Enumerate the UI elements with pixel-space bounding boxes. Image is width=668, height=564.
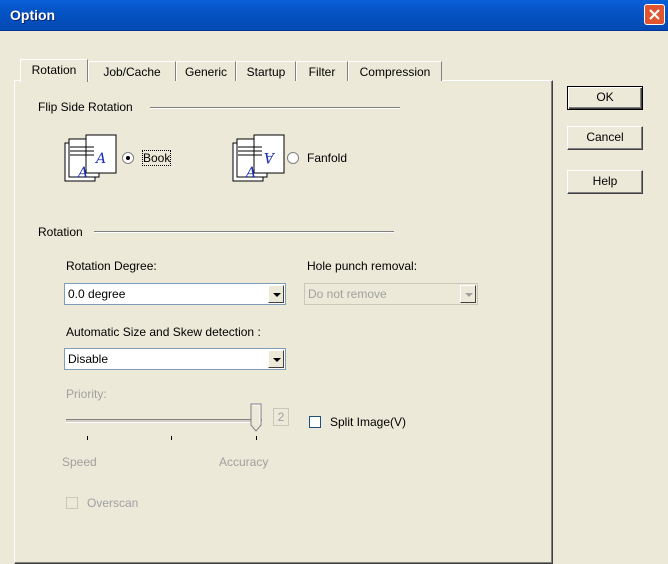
chevron-down-icon[interactable]	[268, 285, 284, 303]
chevron-down-icon[interactable]	[268, 350, 284, 368]
svg-text:A: A	[264, 149, 276, 165]
priority-slider-thumb[interactable]	[250, 403, 262, 433]
rotation-degree-select[interactable]: 0.0 degree	[64, 283, 286, 305]
slider-tick	[171, 436, 172, 440]
priority-slider-track[interactable]	[66, 419, 262, 423]
tab-compression[interactable]: Compression	[348, 61, 442, 81]
auto-size-skew-select[interactable]: Disable	[64, 348, 286, 370]
auto-size-skew-label: Automatic Size and Skew detection :	[66, 325, 261, 339]
book-pages-icon: A A	[64, 134, 117, 182]
selected-value: Do not remove	[308, 287, 387, 301]
priority-value: 2	[273, 408, 289, 426]
tab-rotation[interactable]: Rotation	[20, 59, 88, 82]
rotation-degree-label: Rotation Degree:	[66, 259, 157, 273]
selected-value: 0.0 degree	[68, 287, 126, 301]
speed-label: Speed	[62, 455, 97, 469]
hole-punch-select[interactable]: Do not remove	[304, 283, 478, 305]
window-title: Option	[10, 7, 56, 23]
close-icon	[649, 9, 660, 20]
overscan-label[interactable]: Overscan	[87, 496, 138, 510]
split-image-label[interactable]: Split Image(V)	[330, 415, 406, 429]
tab-startup[interactable]: Startup	[236, 61, 296, 81]
chevron-down-icon[interactable]	[460, 285, 476, 303]
book-label[interactable]: Book	[141, 150, 172, 166]
hole-punch-label: Hole punch removal:	[307, 259, 418, 273]
title-bar[interactable]: Option	[0, 0, 668, 31]
dialog-body: Rotation Job/Cache Generic Startup Filte…	[0, 31, 668, 564]
tab-label: Startup	[246, 65, 286, 79]
close-button[interactable]	[644, 4, 665, 25]
overscan-checkbox[interactable]	[66, 497, 78, 509]
divider	[94, 231, 394, 233]
cancel-button[interactable]: Cancel	[567, 126, 643, 150]
svg-text:A: A	[76, 165, 88, 181]
split-image-checkbox[interactable]	[309, 416, 321, 428]
selected-value: Disable	[68, 352, 109, 366]
svg-text:A: A	[94, 151, 106, 167]
rotation-heading: Rotation	[38, 225, 87, 239]
tab-generic[interactable]: Generic	[176, 61, 236, 81]
accuracy-label: Accuracy	[219, 455, 269, 469]
book-radio[interactable]	[122, 152, 134, 164]
tab-label: Rotation	[31, 63, 77, 77]
ok-button[interactable]: OK	[567, 86, 643, 110]
help-button[interactable]: Help	[567, 170, 643, 194]
tab-job-cache[interactable]: Job/Cache	[88, 61, 176, 81]
fanfold-radio[interactable]	[287, 152, 299, 164]
fanfold-label[interactable]: Fanfold	[307, 151, 347, 165]
tab-label: Compression	[359, 65, 431, 79]
fanfold-pages-icon: A A	[232, 134, 285, 182]
divider	[150, 107, 400, 109]
slider-tick	[87, 436, 88, 440]
tab-label: Job/Cache	[103, 65, 161, 79]
priority-label: Priority:	[66, 387, 107, 401]
tab-label: Generic	[184, 65, 228, 79]
tab-filter[interactable]: Filter	[296, 61, 348, 81]
slider-tick	[256, 436, 257, 440]
tab-label: Filter	[308, 65, 336, 79]
svg-text:A: A	[244, 165, 256, 181]
flip-side-heading: Flip Side Rotation	[38, 100, 137, 114]
